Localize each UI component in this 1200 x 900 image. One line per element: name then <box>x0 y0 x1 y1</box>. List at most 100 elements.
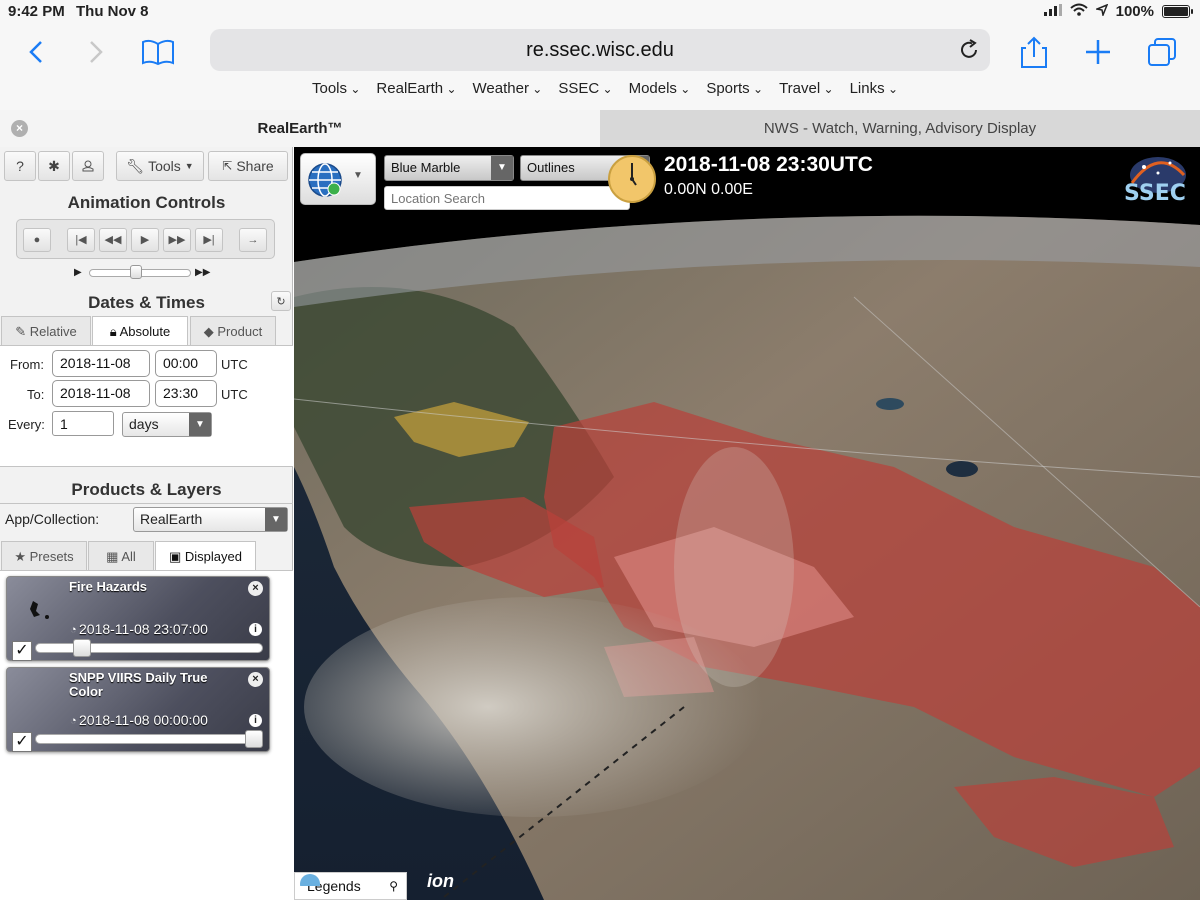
globe-button[interactable]: ▼ <box>300 153 376 205</box>
ssec-logo-text: SSEC <box>1124 181 1186 206</box>
menu-tools[interactable]: Tools <box>312 80 360 97</box>
from-time-input[interactable]: 00:00 <box>155 350 217 377</box>
app-collection-select[interactable]: RealEarth ▼ <box>133 507 288 532</box>
to-time-input[interactable]: 23:30 <box>155 380 217 407</box>
user-button[interactable] <box>72 151 104 181</box>
star-icon: ★ <box>14 549 30 564</box>
control-panel: ? ✱ 🔧︎ Tools ▼ ⇱ Share Animation Control… <box>0 147 293 900</box>
tab-relative-label: Relative <box>29 324 77 339</box>
tab-presets[interactable]: ★ Presets <box>1 541 87 571</box>
signal-icon <box>1043 3 1062 20</box>
menu-ssec[interactable]: SSEC <box>558 80 612 97</box>
opacity-slider[interactable] <box>35 734 263 744</box>
tab-realearth[interactable]: × RealEarth™ <box>0 110 600 147</box>
map-view[interactable]: ▼ Blue Marble ▼ Outlines ▼ 2018-11-08 23… <box>294 147 1200 900</box>
tab-all[interactable]: ▦ All <box>88 541 154 571</box>
first-frame-button[interactable]: |◀ <box>67 228 95 252</box>
slow-icon: ▶ <box>74 267 82 278</box>
from-utc-label: UTC <box>221 357 248 372</box>
sync-button[interactable]: ↻ <box>271 291 291 311</box>
to-date-input[interactable]: 2018-11-08 <box>52 380 150 407</box>
every-unit-value: days <box>129 416 159 432</box>
menu-sports[interactable]: Sports <box>706 80 763 97</box>
layer-card-viirs[interactable]: SNPP VIIRS Daily True Color × ◔ 2018-11-… <box>6 667 270 752</box>
opacity-slider-thumb[interactable] <box>72 639 91 657</box>
step-forward-button[interactable]: ▶▶ <box>163 228 191 252</box>
info-icon[interactable]: i <box>249 623 262 636</box>
status-right: 100% <box>1043 3 1193 20</box>
basemap-select[interactable]: Blue Marble ▼ <box>384 155 514 181</box>
skip-start-icon: |◀ <box>75 234 87 246</box>
forward-button[interactable] <box>76 34 116 70</box>
share-page-button[interactable] <box>1014 34 1054 70</box>
layer-card-fire-hazards[interactable]: Fire Hazards × ◔ 2018-11-08 23:07:00 i ✓ <box>6 576 270 661</box>
close-icon[interactable]: × <box>248 581 263 596</box>
status-bar: 9:42 PM Thu Nov 8 100% <box>0 0 1200 24</box>
menu-models[interactable]: Models <box>629 80 691 97</box>
settings-button[interactable]: ✱ <box>38 151 70 181</box>
speed-slider-thumb[interactable] <box>130 265 142 279</box>
fast-icon: ▶▶ <box>195 267 211 278</box>
layer-time: 2018-11-08 23:07:00 <box>79 621 208 637</box>
new-tab-button[interactable] <box>1078 34 1118 70</box>
pin-icon: ✎ <box>15 324 30 339</box>
every-label: Every: <box>8 417 45 432</box>
tabs-overview-button[interactable] <box>1142 34 1182 70</box>
fast-forward-icon: ▶▶ <box>168 234 186 246</box>
chevron-down-icon: ▼ <box>491 156 513 180</box>
opacity-slider-thumb[interactable] <box>245 730 263 748</box>
globe-icon <box>308 163 342 197</box>
layer-visible-checkbox[interactable]: ✓ <box>12 641 32 661</box>
location-arrow-icon <box>1094 3 1108 20</box>
satellite-map[interactable] <box>294 147 1200 900</box>
play-icon: ▶ <box>140 234 150 246</box>
address-bar[interactable]: re.ssec.wisc.edu <box>210 29 990 71</box>
from-date-input[interactable]: 2018-11-08 <box>52 350 150 377</box>
dates-times-title: Dates & Times <box>88 293 205 312</box>
tab-nws[interactable]: NWS - Watch, Warning, Advisory Display <box>600 110 1200 147</box>
pin-icon[interactable]: ⚲ <box>389 873 398 899</box>
close-tab-icon[interactable]: × <box>11 120 28 137</box>
tab-displayed[interactable]: ▣ Displayed <box>155 541 256 571</box>
tab-absolute[interactable]: 🔒︎ Absolute <box>92 316 188 346</box>
chevron-down-icon: ▼ <box>265 508 287 531</box>
app-collection-label: App/Collection: <box>5 511 100 527</box>
close-icon[interactable]: × <box>248 672 263 687</box>
opacity-slider[interactable] <box>35 643 263 653</box>
chevron-right-icon <box>90 41 103 63</box>
tab-product[interactable]: ◆ Product <box>190 316 276 346</box>
tools-button[interactable]: 🔧︎ Tools ▼ <box>116 151 204 181</box>
last-frame-button[interactable]: ▶| <box>195 228 223 252</box>
reload-icon[interactable] <box>958 29 980 75</box>
menu-weather[interactable]: Weather <box>473 80 543 97</box>
grid-icon: ▦ <box>106 549 122 564</box>
share-icon <box>1021 36 1047 68</box>
menu-links[interactable]: Links <box>850 80 898 97</box>
clock-button[interactable]: ● <box>23 228 51 252</box>
layer-visible-checkbox[interactable]: ✓ <box>12 732 32 752</box>
every-input[interactable]: 1 <box>52 411 114 436</box>
step-back-button[interactable]: ◀◀ <box>99 228 127 252</box>
info-icon[interactable]: i <box>249 714 262 727</box>
help-label: ? <box>16 158 24 174</box>
bookmarks-button[interactable] <box>138 34 178 70</box>
help-button[interactable]: ? <box>4 151 36 181</box>
map-header: ▼ Blue Marble ▼ Outlines ▼ 2018-11-08 23… <box>294 147 1200 212</box>
lake <box>876 398 904 410</box>
location-search-input[interactable] <box>384 186 630 210</box>
battery-icon <box>1162 5 1193 18</box>
chevron-down-icon: ▼ <box>184 161 194 171</box>
share-button[interactable]: ⇱ Share <box>208 151 288 181</box>
refresh-icon: ↻ <box>276 295 286 308</box>
play-button[interactable]: ▶ <box>131 228 159 252</box>
loop-button[interactable]: → <box>239 228 267 252</box>
back-button[interactable] <box>16 34 56 70</box>
chevron-left-icon <box>29 41 42 63</box>
skip-end-icon: ▶| <box>203 234 215 246</box>
every-unit-select[interactable]: days ▼ <box>122 412 212 437</box>
menu-travel[interactable]: Travel <box>779 80 834 97</box>
tab-relative[interactable]: ✎ Relative <box>1 316 91 346</box>
share-label: Share <box>236 158 274 174</box>
menu-realearth[interactable]: RealEarth <box>376 80 456 97</box>
clock-icon[interactable] <box>606 153 658 205</box>
